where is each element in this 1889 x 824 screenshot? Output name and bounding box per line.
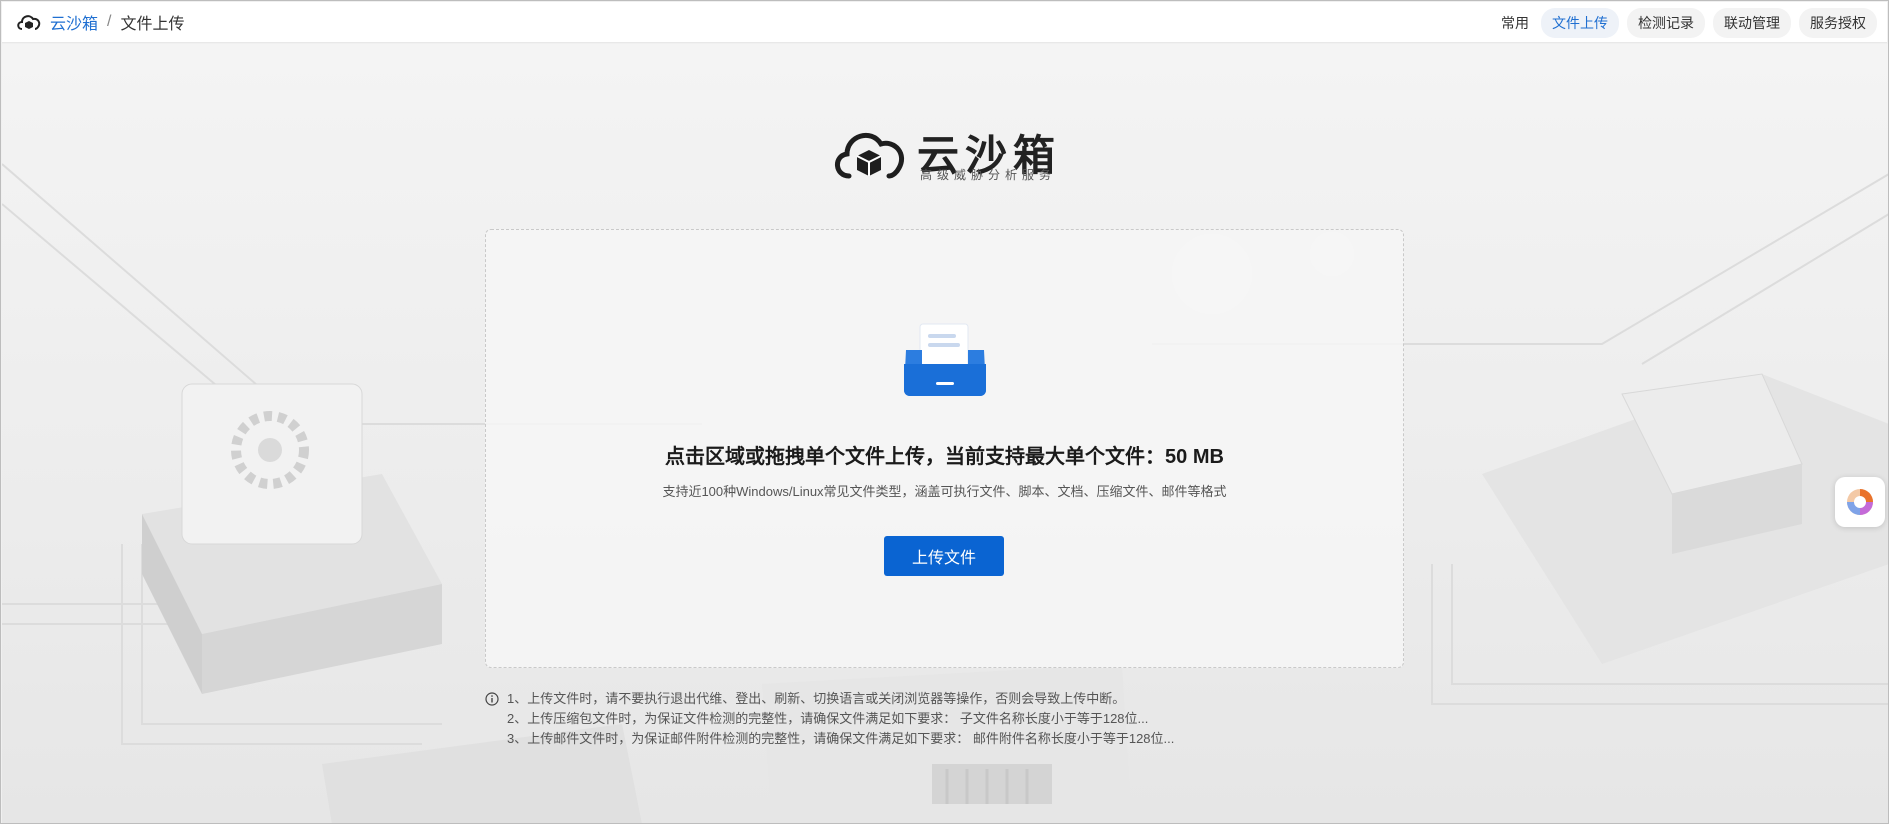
assistant-orb-icon: [1847, 489, 1873, 515]
nav-item-common[interactable]: 常用: [1497, 8, 1533, 38]
top-nav: 常用 文件上传 检测记录 联动管理 服务授权: [1497, 2, 1877, 43]
cloud-cube-logo-icon: [835, 132, 905, 179]
upload-dropzone[interactable]: 点击区域或拖拽单个文件上传，当前支持最大单个文件：50 MB 支持近100种Wi…: [485, 229, 1404, 668]
note-line-2: 2、上传压缩包文件时，为保证文件检测的完整性，请确保文件满足如下要求： 子文件名…: [507, 711, 1149, 726]
cloud-logo-icon: [17, 15, 41, 30]
note-line-1: 1、上传文件时，请不要执行退出代维、登出、刷新、切换语言或关闭浏览器等操作，否则…: [507, 691, 1126, 706]
breadcrumb-root-link[interactable]: 云沙箱: [50, 10, 98, 34]
upload-file-button[interactable]: 上传文件: [884, 536, 1004, 576]
assistant-float-button[interactable]: [1835, 477, 1885, 527]
breadcrumb-separator: /: [107, 13, 112, 30]
upload-title: 点击区域或拖拽单个文件上传，当前支持最大单个文件：50 MB: [665, 446, 1224, 468]
brand-logo: 云沙箱 高级威胁分析服务: [831, 122, 1061, 182]
app-window: 云沙箱 / 文件上传 常用 文件上传 检测记录 联动管理 服务授权 云沙箱 高级…: [0, 0, 1889, 824]
upload-subtitle: 支持近100种Windows/Linux常见文件类型，涵盖可执行文件、脚本、文档…: [662, 484, 1227, 499]
brand-tagline: 高级威胁分析服务: [920, 168, 1057, 182]
breadcrumb-current: 文件上传: [120, 16, 185, 33]
upload-notes: 1、上传文件时，请不要执行退出代维、登出、刷新、切换语言或关闭浏览器等操作，否则…: [485, 689, 1174, 749]
top-bar: 云沙箱 / 文件上传 常用 文件上传 检测记录 联动管理 服务授权: [2, 2, 1887, 43]
info-circle-icon: [485, 692, 499, 706]
breadcrumb: 云沙箱 / 文件上传: [2, 10, 184, 34]
note-line-3: 3、上传邮件文件时，为保证邮件附件检测的完整性，请确保文件满足如下要求： 邮件附…: [507, 731, 1175, 746]
nav-item-linkage-management[interactable]: 联动管理: [1713, 7, 1791, 38]
nav-item-file-upload[interactable]: 文件上传: [1541, 7, 1619, 38]
nav-item-detection-records[interactable]: 检测记录: [1627, 7, 1705, 38]
file-drawer-icon: [904, 323, 986, 396]
nav-item-service-authorization[interactable]: 服务授权: [1799, 7, 1877, 38]
